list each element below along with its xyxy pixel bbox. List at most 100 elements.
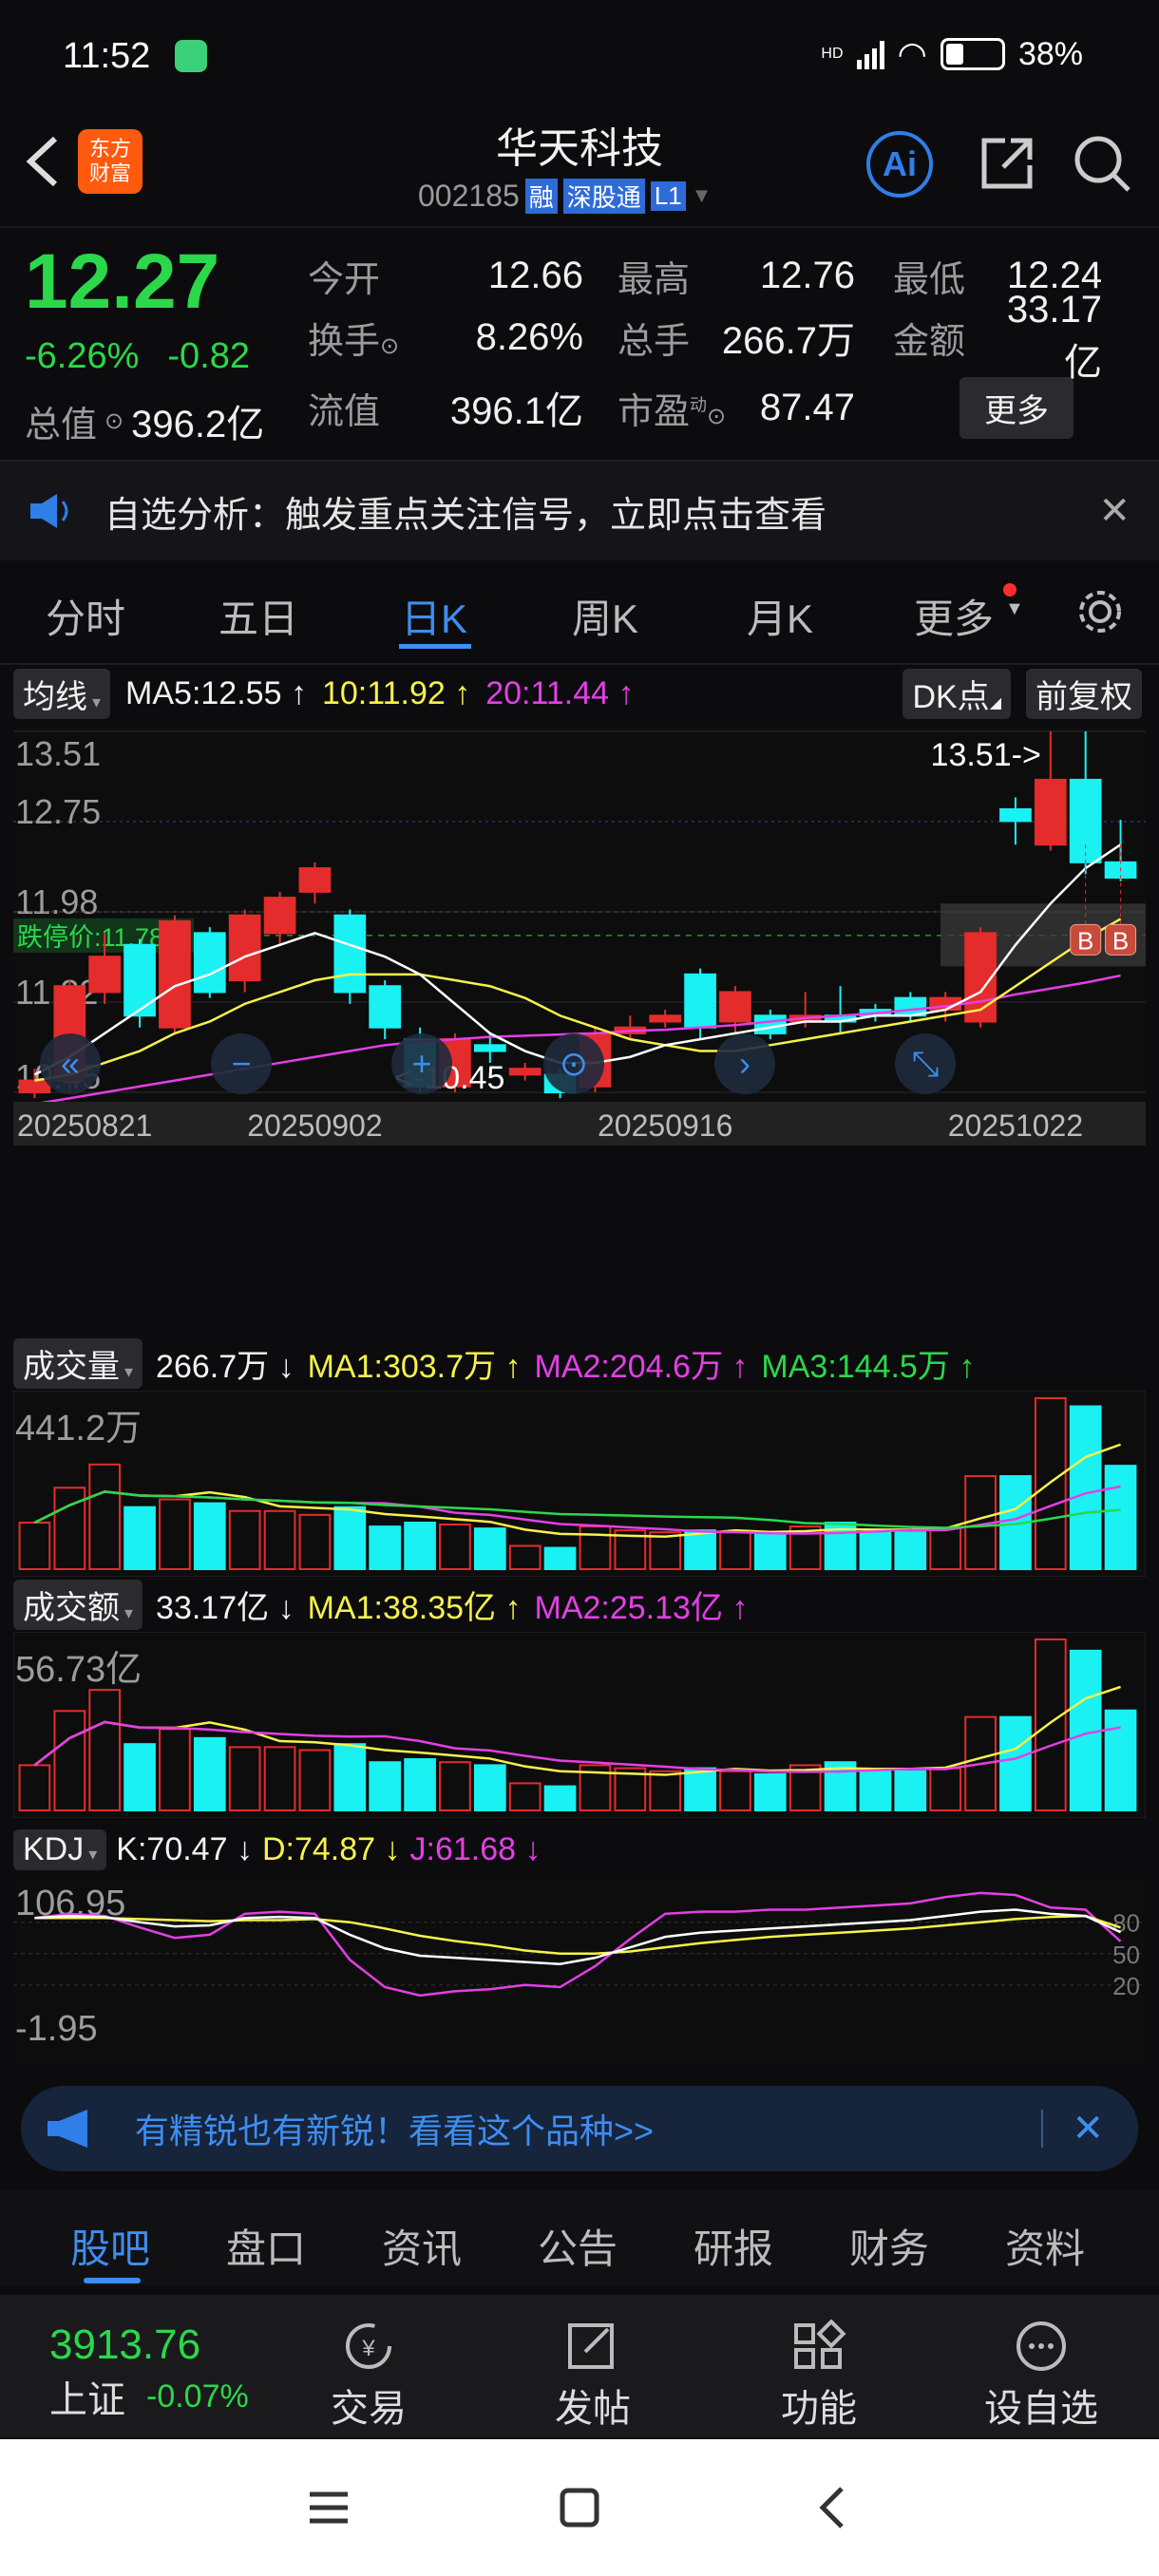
pe-value: 87.47	[759, 386, 855, 428]
tab-financials[interactable]: 财务	[849, 2217, 929, 2275]
candle-body	[263, 897, 296, 935]
menu-icon[interactable]	[306, 2485, 352, 2535]
change-amount: -0.82	[167, 336, 251, 376]
trade-label: 交易	[331, 2388, 407, 2430]
tab-intraday[interactable]: 分时	[46, 587, 125, 645]
volume-bar	[929, 1527, 962, 1570]
volume-indicator-bar: 成交量 ▾ 266.7万 ↓ MA1:303.7万 ↑ MA2:204.6万 ↑…	[13, 1337, 975, 1389]
candle-body	[369, 985, 402, 1029]
volume-bar	[649, 1770, 682, 1811]
amount-selector[interactable]: 成交额 ▾	[13, 1579, 143, 1630]
kdj-chart[interactable]: 805020106.95-1.95	[13, 1875, 1146, 2065]
close-ad-icon[interactable]: ✕	[1072, 2107, 1104, 2150]
high-value: 12.76	[759, 254, 855, 296]
volume-bar	[684, 1767, 716, 1811]
volume-bar	[1034, 1638, 1067, 1811]
post-button[interactable]: 发帖	[555, 2320, 631, 2433]
high-label: 最高	[618, 259, 691, 300]
tab-weekly-k[interactable]: 周K	[572, 587, 638, 645]
pe-superscript: 动	[690, 394, 708, 414]
date-tick-label: 20251022	[948, 1108, 1083, 1143]
kdj-level-label: 50	[1112, 1941, 1140, 1969]
kdj-d-text: D:74.87	[261, 1830, 376, 1867]
scroll-right-icon: ›	[739, 1044, 750, 1083]
tab-monthly-k[interactable]: 月K	[747, 587, 813, 645]
volume-bar	[929, 1767, 962, 1811]
dropdown-caret-icon: ▼	[691, 183, 712, 207]
hd-label: HD	[821, 46, 844, 62]
tab-more[interactable]: 更多	[914, 587, 994, 645]
dk-point-button[interactable]: DK点◢	[902, 668, 1011, 719]
battery-percent: 38%	[1017, 35, 1083, 72]
adjustment-button[interactable]: 前复权	[1026, 668, 1142, 719]
amount-value: 33.17亿 ↓	[156, 1589, 294, 1626]
candle-body	[1034, 778, 1067, 846]
volume-bar	[1069, 1405, 1102, 1571]
tab-forum[interactable]: 股吧	[70, 2217, 150, 2275]
chart-settings-button[interactable]	[1074, 585, 1127, 643]
tab-announcements[interactable]: 公告	[538, 2217, 618, 2275]
volume-bar	[719, 1770, 751, 1811]
tab-five-day[interactable]: 五日	[218, 587, 298, 645]
more-button[interactable]: 更多	[960, 376, 1074, 439]
battery-icon	[940, 38, 1005, 70]
zoom-in-icon: +	[411, 1044, 431, 1083]
candle-body	[719, 991, 751, 1023]
tab-research[interactable]: 研报	[694, 2217, 773, 2275]
ad-banner[interactable]: 有精锐也有新锐！看看这个品种>> ✕	[21, 2086, 1138, 2171]
corner-triangle-icon: ◢	[989, 694, 1001, 711]
period-tabs: 分时 五日 日K 周K 月K 更多 ▼	[0, 570, 1159, 661]
volume-bar	[333, 1743, 367, 1811]
ma20-text: 20:11.44	[485, 674, 610, 711]
back-nav-icon[interactable]	[809, 2485, 855, 2535]
add-watchlist-button[interactable]: 设自选	[984, 2320, 1098, 2433]
kline-chart[interactable]: 13.5112.7511.9811.2210.45跌停价:11.7813.51-…	[13, 722, 1146, 1335]
close-notice-icon[interactable]: ✕	[1098, 489, 1130, 533]
volume-chart[interactable]: 441.2万	[13, 1391, 1146, 1577]
ma10-text: 10:11.92	[321, 674, 446, 711]
notice-bar[interactable]: 自选分析：触发重点关注信号，立即点击查看 ✕	[0, 462, 1159, 560]
wifi-icon: ◠	[897, 34, 927, 73]
amount-chart[interactable]: 56.73亿	[13, 1632, 1146, 1818]
volume-bar	[894, 1531, 927, 1570]
home-icon[interactable]	[557, 2485, 602, 2535]
amount-value: 33.17亿	[1006, 288, 1102, 384]
price-change-row: -6.26% -0.82	[25, 336, 250, 377]
volume-text: 266.7万	[156, 1348, 270, 1385]
kdj-selector[interactable]: KDJ ▾	[13, 1828, 107, 1870]
open-label: 今开	[308, 259, 381, 300]
share-icon	[981, 138, 1033, 189]
tab-order-book[interactable]: 盘口	[226, 2217, 306, 2275]
kdj-plot-area	[13, 1875, 1146, 2065]
trade-button[interactable]: ¥ 交易	[331, 2320, 407, 2433]
quote-grid: 今开 12.66 最高 12.76 最低 12.24 换手⊙ 8.26% 总手 …	[308, 249, 1134, 443]
kdj-k-text: K:70.47	[116, 1830, 228, 1867]
search-button[interactable]	[1072, 133, 1132, 199]
volume-bar	[263, 1746, 296, 1811]
candle-body	[193, 932, 226, 994]
ma-selector[interactable]: 均线 ▾	[13, 668, 111, 719]
tab-profile[interactable]: 资料	[1005, 2217, 1085, 2275]
stock-code-row[interactable]: 002185 融 深股通 L1 ▼	[418, 177, 712, 215]
candle-body	[333, 914, 367, 994]
tab-daily-k[interactable]: 日K	[401, 587, 467, 645]
tab-active-indicator	[84, 2278, 141, 2283]
search-icon	[1074, 136, 1130, 192]
volume-bar	[53, 1710, 86, 1811]
volume-bar	[508, 1782, 542, 1811]
ai-button[interactable]: Ai	[866, 131, 933, 198]
amount-ma2: MA2:25.13亿 ↑	[534, 1589, 749, 1626]
high-marker: 13.51->	[931, 737, 1041, 773]
volume-selector[interactable]: 成交量 ▾	[13, 1337, 143, 1389]
dropdown-caret-icon: ▾	[120, 1361, 134, 1381]
volume-bar	[473, 1527, 506, 1570]
edit-icon	[568, 2323, 614, 2369]
volume-bar	[124, 1743, 156, 1811]
ma-selector-label: 均线	[23, 678, 87, 715]
tab-news[interactable]: 资讯	[382, 2217, 462, 2275]
volume-ma2: MA2:204.6万 ↑	[534, 1348, 749, 1385]
function-button[interactable]: 功能	[781, 2319, 857, 2433]
share-button[interactable]	[977, 133, 1037, 199]
info-icon: ⊙	[707, 403, 727, 429]
index-ticker[interactable]: 3913.76 上证 -0.07%	[49, 2321, 249, 2424]
